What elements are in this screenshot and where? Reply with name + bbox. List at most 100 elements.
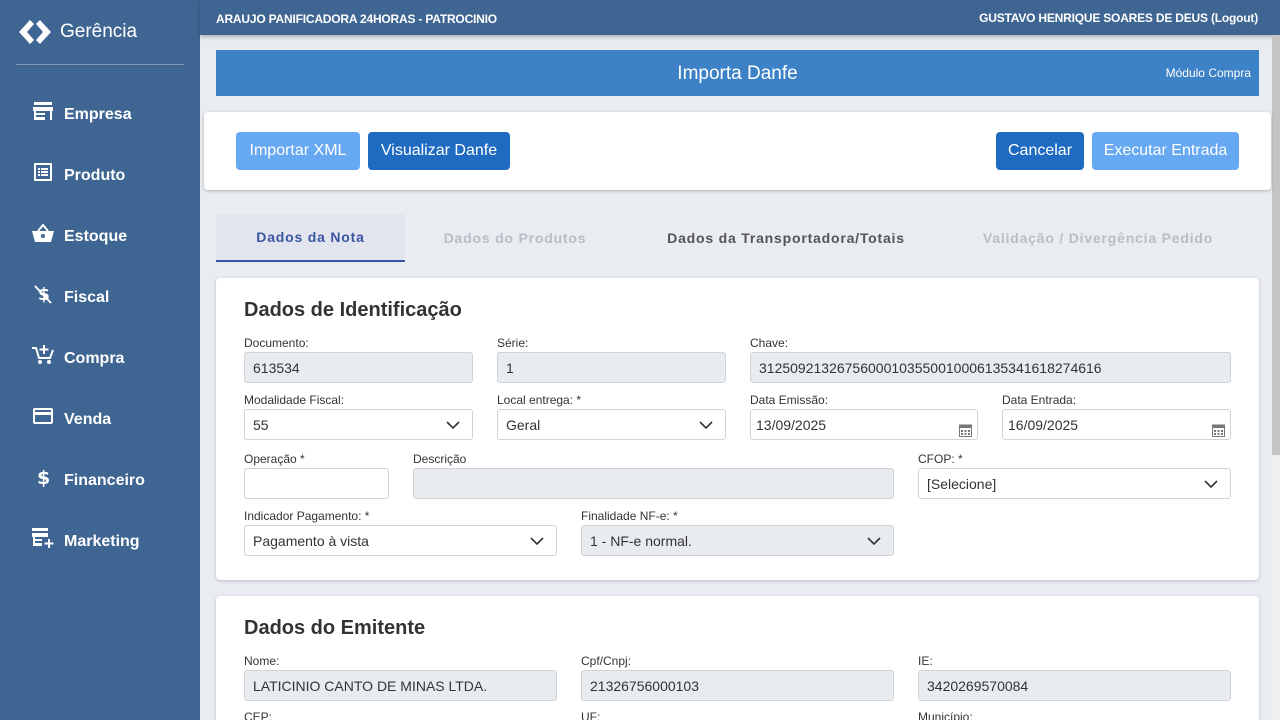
cpf-cnpj-field[interactable]: 21326756000103 — [581, 670, 894, 701]
dollar-icon: $ — [32, 466, 54, 488]
chevron-down-icon — [699, 421, 713, 430]
sidebar-item-financeiro[interactable]: $ Financeiro — [0, 450, 200, 511]
brand-name: Gerência — [60, 21, 138, 42]
sidebar-item-produto[interactable]: Produto — [0, 145, 200, 206]
identification-card: Dados de Identificação Documento: 613534… — [216, 278, 1259, 580]
descricao-label: Descrição — [413, 452, 467, 466]
local-entrega-select[interactable]: Geral — [497, 409, 726, 440]
module-label: Módulo Compra — [1165, 66, 1251, 80]
local-entrega-value: Geral — [506, 416, 541, 433]
uf-label: UF: — [581, 710, 601, 720]
finalidade-select[interactable]: 1 - NF-e normal. — [581, 525, 894, 556]
finalidade-label: Finalidade NF-e: * — [581, 509, 678, 523]
credit-card-icon — [32, 405, 54, 427]
basket-icon — [32, 222, 54, 244]
tab-bar: Dados da Nota Dados do Produtos Dados da… — [216, 214, 1259, 262]
finalidade-value: 1 - NF-e normal. — [590, 532, 692, 549]
documento-field[interactable]: 613534 — [244, 352, 473, 383]
page-title: Importa Danfe — [677, 63, 798, 84]
chevron-down-icon — [446, 421, 460, 430]
sidebar-item-venda[interactable]: Venda — [0, 389, 200, 450]
descricao-field[interactable] — [413, 468, 894, 499]
local-entrega-label: Local entrega: * — [497, 393, 582, 407]
sidebar-item-empresa[interactable]: Empresa — [0, 84, 200, 145]
serie-value: 1 — [506, 359, 514, 376]
chave-field[interactable]: 3125092132675600010355001000613534161827… — [750, 352, 1231, 383]
cpf-cnpj-value: 21326756000103 — [590, 677, 700, 694]
sidebar-item-label: Financeiro — [64, 471, 145, 489]
money-off-icon: $ — [32, 283, 54, 305]
emitente-card: Dados do Emitente Nome: LATICINIO CANTO … — [216, 596, 1259, 720]
cpf-cnpj-label: Cpf/Cnpj: — [581, 654, 632, 668]
chevron-down-icon — [867, 537, 881, 546]
execute-entry-button[interactable]: Executar Entrada — [1092, 132, 1239, 170]
sidebar-item-estoque[interactable]: Estoque — [0, 206, 200, 267]
nome-field[interactable]: LATICINIO CANTO DE MINAS LTDA. — [244, 670, 557, 701]
sidebar-item-label: Estoque — [64, 227, 128, 245]
serie-field[interactable]: 1 — [497, 352, 726, 383]
tab-validacao-divergencia[interactable]: Validação / Divergência Pedido — [947, 214, 1249, 262]
cfop-label: CFOP: * — [918, 452, 963, 466]
sidebar-item-label: Venda — [64, 410, 112, 428]
action-toolbar: Importar XML Visualizar Danfe Cancelar E… — [204, 112, 1271, 190]
sidebar-item-fiscal[interactable]: $ Fiscal — [0, 267, 200, 328]
sidebar-item-label: Marketing — [64, 532, 140, 550]
data-emissao-value: 13/09/2025 — [756, 416, 827, 433]
ie-field[interactable]: 3420269570084 — [918, 670, 1231, 701]
sidebar: Gerência Empresa Produto Estoque $ Fisca… — [0, 0, 200, 720]
sidebar-item-label: Fiscal — [64, 288, 110, 306]
data-emissao-label: Data Emissão: — [750, 393, 829, 407]
modalidade-value: 55 — [253, 416, 269, 433]
user-logout-link[interactable]: GUSTAVO HENRIQUE SOARES DE DEUS (Logout) — [979, 11, 1258, 25]
sidebar-item-label: Empresa — [64, 105, 132, 123]
top-bar: ARAUJO PANIFICADORA 24HORAS - PATROCINIO… — [200, 0, 1280, 35]
store-add-icon — [32, 527, 54, 549]
sidebar-item-marketing[interactable]: Marketing — [0, 511, 200, 572]
chave-label: Chave: — [750, 336, 789, 350]
data-emissao-input[interactable]: 13/09/2025 — [750, 409, 978, 440]
list-icon — [32, 161, 54, 183]
identification-title: Dados de Identificação — [244, 299, 462, 321]
cep-label: CEP: — [244, 710, 273, 720]
cart-add-icon — [32, 344, 54, 366]
indicador-pagamento-value: Pagamento à vista — [253, 532, 369, 549]
cfop-value: [Selecione] — [927, 475, 997, 492]
modalidade-select[interactable]: 55 — [244, 409, 473, 440]
cfop-select[interactable]: [Selecione] — [918, 468, 1231, 499]
indicador-pagamento-select[interactable]: Pagamento à vista — [244, 525, 557, 556]
sidebar-item-label: Produto — [64, 166, 126, 184]
tab-dados-produtos[interactable]: Dados do Produtos — [405, 214, 625, 262]
cancel-button[interactable]: Cancelar — [996, 132, 1084, 170]
data-entrada-label: Data Entrada: — [1002, 393, 1077, 407]
indicador-pagamento-label: Indicador Pagamento: * — [244, 509, 370, 523]
data-entrada-value: 16/09/2025 — [1008, 416, 1079, 433]
store-icon — [32, 100, 54, 122]
sidebar-nav: Empresa Produto Estoque $ Fiscal Compra — [0, 84, 200, 572]
brand[interactable]: Gerência — [0, 0, 200, 64]
nome-value: LATICINIO CANTO DE MINAS LTDA. — [253, 677, 488, 694]
emitente-title: Dados do Emitente — [244, 617, 426, 639]
calendar-icon[interactable] — [959, 423, 972, 437]
sidebar-item-label: Compra — [64, 349, 125, 367]
chevron-down-icon — [530, 537, 544, 546]
data-entrada-input[interactable]: 16/09/2025 — [1002, 409, 1231, 440]
operacao-label: Operação * — [244, 452, 305, 466]
sidebar-divider — [16, 64, 184, 65]
nome-label: Nome: — [244, 654, 280, 668]
import-xml-button[interactable]: Importar XML — [236, 132, 360, 170]
view-danfe-button[interactable]: Visualizar Danfe — [368, 132, 510, 170]
chave-value: 3125092132675600010355001000613534161827… — [759, 359, 1102, 376]
modalidade-label: Modalidade Fiscal: — [244, 393, 345, 407]
operacao-input[interactable] — [244, 468, 389, 499]
svg-text:$: $ — [37, 467, 50, 488]
company-name: ARAUJO PANIFICADORA 24HORAS - PATROCINIO — [216, 12, 497, 26]
documento-label: Documento: — [244, 336, 309, 350]
municipio-label: Município: — [918, 710, 973, 720]
chevron-down-icon — [1204, 480, 1218, 489]
tab-dados-transportadora[interactable]: Dados da Transportadora/Totais — [625, 214, 947, 262]
scrollbar-thumb[interactable] — [1272, 35, 1280, 455]
tab-dados-nota[interactable]: Dados da Nota — [216, 214, 405, 262]
calendar-icon[interactable] — [1212, 423, 1225, 437]
logo-icon — [19, 20, 51, 44]
sidebar-item-compra[interactable]: Compra — [0, 328, 200, 389]
